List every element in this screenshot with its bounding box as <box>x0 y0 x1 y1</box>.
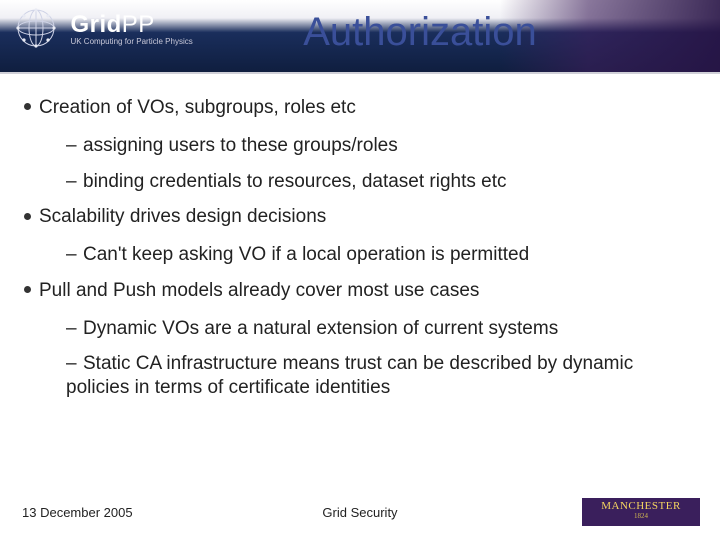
bullet-text: Dynamic VOs are a natural extension of c… <box>83 318 558 339</box>
manchester-logo: MANCHESTER 1824 <box>582 498 700 526</box>
manchester-logo-text: MANCHESTER <box>582 501 700 513</box>
bullet-text: assigning users to these groups/roles <box>83 135 398 156</box>
bullet-level2: –Dynamic VOs are a natural extension of … <box>66 317 700 341</box>
bullet-dash-icon: – <box>66 134 77 158</box>
slide-title: Authorization <box>0 10 720 55</box>
bullet-text: Pull and Push models already cover most … <box>39 280 479 301</box>
bullet-level2: –Static CA infrastructure means trust ca… <box>66 352 700 400</box>
bullet-dash-icon: – <box>66 352 77 376</box>
bullet-level2: –assigning users to these groups/roles <box>66 134 700 158</box>
bullet-level2: –binding credentials to resources, datas… <box>66 170 700 194</box>
bullet-dash-icon: – <box>66 243 77 267</box>
bullet-dot-icon <box>24 286 31 293</box>
manchester-logo-year: 1824 <box>582 513 700 520</box>
bullet-text: binding credentials to resources, datase… <box>83 171 507 192</box>
bullet-text: Can't keep asking VO if a local operatio… <box>83 244 529 265</box>
header-divider <box>0 72 720 74</box>
bullet-text: Static CA infrastructure means trust can… <box>66 353 633 398</box>
bullet-dash-icon: – <box>66 317 77 341</box>
bullet-level1: Creation of VOs, subgroups, roles etc <box>22 96 700 120</box>
bullet-text: Scalability drives design decisions <box>39 206 326 227</box>
bullet-text: Creation of VOs, subgroups, roles etc <box>39 97 356 118</box>
bullet-level2: –Can't keep asking VO if a local operati… <box>66 243 700 267</box>
bullet-dash-icon: – <box>66 170 77 194</box>
bullet-dot-icon <box>24 213 31 220</box>
bullet-level1: Scalability drives design decisions <box>22 205 700 229</box>
bullet-level1: Pull and Push models already cover most … <box>22 279 700 303</box>
bullet-dot-icon <box>24 103 31 110</box>
slide-content: Creation of VOs, subgroups, roles etc –a… <box>22 96 700 412</box>
